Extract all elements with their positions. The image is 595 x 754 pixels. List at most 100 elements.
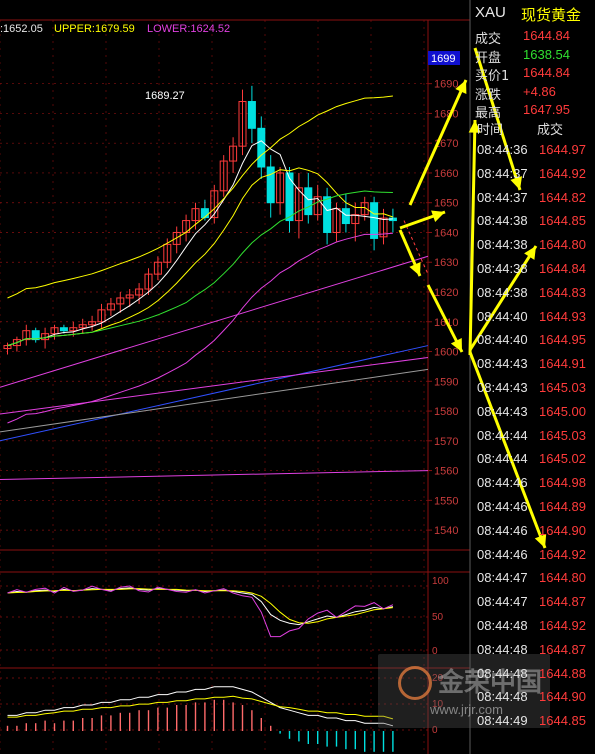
tick-time: 08:44:38: [477, 213, 528, 229]
tick-time: 08:44:36: [477, 142, 528, 157]
tick-price: 1644.89: [539, 499, 586, 514]
tick-row: 08:44:48 1644.87: [471, 639, 595, 663]
price-tick-label: 1640: [434, 227, 458, 239]
tick-row: 08:44:36 1644.97: [471, 139, 595, 163]
quote-row-value: 1638.54: [523, 46, 570, 62]
tick-time: 08:44:43: [477, 403, 528, 419]
candle-down: [370, 202, 379, 239]
candle-down: [323, 196, 332, 233]
tick-time: 08:44:47: [477, 570, 528, 586]
quote-row-value: +4.86: [523, 83, 556, 99]
header-mid-label: :1652.05: [0, 23, 43, 35]
kd-d-line: [7, 588, 393, 624]
price-tick-label: 1690: [434, 79, 458, 91]
tick-row: 08:44:40 1644.95: [471, 329, 595, 353]
tick-time: 08:44:49: [477, 713, 528, 729]
quote-panel: XAU 现货黄金 成交 1644.84 开盘 1638.54 买价1 1644.84 涨跌 +…: [471, 0, 595, 754]
tick-price: 1644.92: [539, 546, 586, 562]
tick-time: 08:44:37: [477, 165, 528, 181]
tick-time: 08:44:43: [477, 380, 528, 395]
tick-row: 08:44:44 1645.03: [471, 425, 595, 449]
tick-row: 08:44:49 1644.85: [471, 710, 595, 734]
candle-down: [257, 127, 266, 168]
tick-row: 08:44:47 1644.80: [471, 567, 595, 591]
tick-time: 08:44:48: [477, 618, 528, 633]
kd-k-line: [7, 587, 394, 626]
price-axis: 1690168016701660165016401630162016101600…: [428, 79, 458, 537]
trendline-flat: [0, 470, 429, 480]
candle-down: [341, 208, 350, 225]
tick-price: 1644.80: [539, 570, 586, 586]
quote-row-value: 1647.95: [523, 102, 570, 117]
candle-down: [59, 327, 68, 332]
tick-row: 08:44:48 1644.88: [471, 663, 595, 687]
price-tick-label: 1570: [434, 436, 458, 448]
tick-row: 08:44:38 1644.83: [471, 282, 595, 306]
tick-time: 08:44:46: [477, 522, 528, 538]
tick-time: 08:44:47: [477, 594, 528, 610]
tick-time: 08:44:44: [477, 427, 528, 443]
watermark-logo-icon: [398, 666, 432, 700]
tick-time: 08:44:46: [477, 499, 528, 514]
tick-price: 1644.90: [539, 522, 586, 538]
tick-time: 08:44:38: [477, 237, 528, 253]
tick-price: 1644.93: [539, 308, 586, 324]
tick-time: 08:44:46: [477, 475, 528, 491]
tick-time: 08:44:44: [477, 451, 528, 467]
symbol-name: 现货黄金: [521, 6, 582, 24]
quote-row: 成交 1644.84: [471, 26, 595, 47]
tick-price: 1644.88: [539, 665, 586, 681]
quote-row-value: 1644.84: [523, 65, 570, 80]
upper-band-line: [7, 95, 393, 299]
tick-price: 1644.92: [539, 618, 586, 633]
quote-row-value: 1644.84: [523, 28, 570, 43]
tick-row: 08:44:38 1644.84: [471, 258, 595, 282]
tick-price: 1645.03: [539, 427, 586, 443]
tick-price: 1644.95: [539, 332, 586, 348]
tick-time: 08:44:40: [477, 332, 528, 348]
tick-price: 1645.02: [539, 451, 586, 467]
tick-row: 08:44:43 1645.00: [471, 401, 595, 425]
quote-header: XAU 现货黄金: [471, 0, 595, 26]
header-lower-label: LOWER:1624.52: [147, 23, 230, 35]
quote-row: 开盘 1638.54: [471, 45, 595, 66]
tick-row: 08:44:48 1644.92: [471, 615, 595, 639]
high-annotation: 1689.27: [145, 90, 185, 102]
grid-layer: [0, 0, 471, 754]
candle-down: [304, 187, 313, 216]
tick-row: 08:44:48 1644.90: [471, 686, 595, 710]
ma-mid-line: [7, 167, 394, 347]
price-tick-label: 1580: [434, 406, 458, 418]
macd-dif-line: [7, 686, 394, 727]
current-price-tag: 1699: [431, 53, 455, 65]
kd-j-line: [7, 585, 394, 638]
ticks-header-price: 成交: [537, 123, 564, 138]
price-tick-label: 1560: [434, 466, 458, 478]
tick-price: 1644.91: [539, 356, 586, 372]
tick-price: 1644.98: [539, 475, 586, 491]
ma-slow-line: [7, 190, 393, 347]
tick-price: 1645.00: [539, 403, 586, 419]
price-tick-label: 1630: [434, 257, 458, 269]
tick-time: 08:44:48: [477, 689, 528, 705]
tick-time: 08:44:46: [477, 546, 528, 562]
kd-tick-50: 50: [432, 612, 444, 623]
tick-row: 08:44:47 1644.87: [471, 591, 595, 615]
tick-row: 08:44:43 1644.91: [471, 353, 595, 377]
tick-price: 1644.90: [539, 689, 586, 705]
tick-row: 08:44:37 1644.82: [471, 187, 595, 211]
tick-row: 08:44:38 1644.80: [471, 234, 595, 258]
candle-down: [266, 166, 275, 204]
tick-row: 08:44:37 1644.92: [471, 163, 595, 187]
tick-price: 1644.80: [539, 237, 586, 253]
tick-row: 08:44:43 1645.03: [471, 377, 595, 401]
ticks-header: 时间 成交: [471, 116, 595, 138]
tick-price: 1644.97: [539, 142, 586, 157]
kd-tick-100: 100: [432, 576, 449, 587]
price-tick-label: 1550: [434, 495, 458, 507]
price-tick-label: 1660: [434, 168, 458, 180]
tick-time: 08:44:43: [477, 356, 528, 372]
arrow-up-2-head: [431, 210, 445, 222]
tick-row: 08:44:40 1644.93: [471, 306, 595, 330]
tick-time: 08:44:48: [477, 665, 528, 681]
